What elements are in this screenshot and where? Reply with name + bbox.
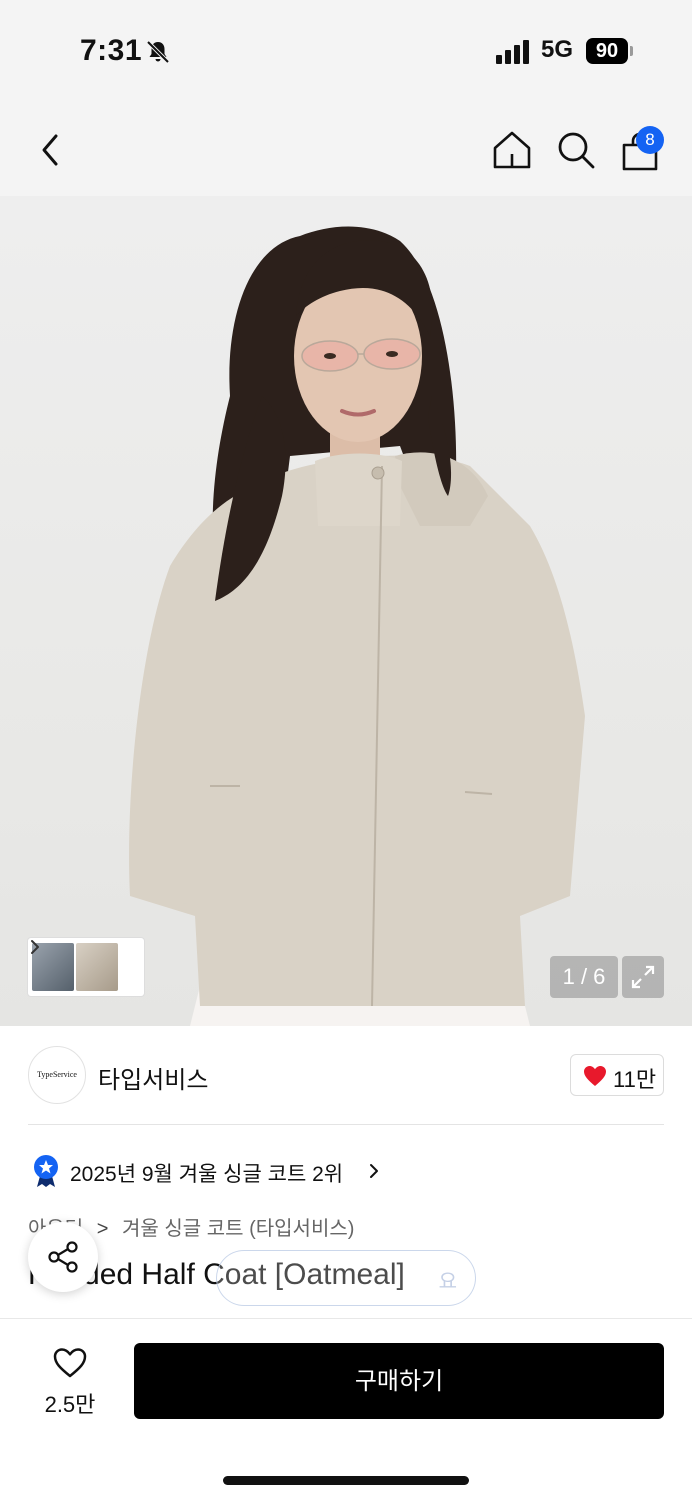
- network-label: 5G: [541, 36, 574, 63]
- top-navigation: 8: [0, 100, 692, 196]
- wishlist-button[interactable]: 2.5만: [30, 1345, 110, 1417]
- home-indicator: [223, 1476, 469, 1485]
- ranking-text: 2025년 9월 겨울 싱글 코트 2위: [70, 1163, 344, 1186]
- expand-button[interactable]: [622, 956, 664, 998]
- back-arrow-icon[interactable]: [34, 130, 70, 170]
- divider: [28, 1124, 664, 1125]
- ranking-medal-icon: [34, 1155, 58, 1187]
- share-button[interactable]: [28, 1222, 98, 1292]
- battery-tip: [630, 46, 633, 56]
- brand-name[interactable]: 타입서비스: [98, 1060, 208, 1095]
- product-photo-illustration: [129, 226, 586, 1026]
- thumbnail-strip[interactable]: [28, 938, 144, 996]
- cart-count-badge: 8: [636, 126, 664, 154]
- floating-pill[interactable]: 요: [216, 1250, 476, 1306]
- breadcrumb-separator: >: [96, 1218, 109, 1240]
- chevron-right-icon: [370, 1164, 378, 1178]
- search-icon[interactable]: [554, 128, 598, 172]
- product-image[interactable]: 1 / 6: [0, 196, 692, 1026]
- thumbnail-image[interactable]: [76, 943, 118, 991]
- brand-like-button[interactable]: 11만: [570, 1054, 664, 1096]
- heart-outline-icon: [53, 1348, 87, 1378]
- status-bar: 7:31 5G 90: [0, 0, 692, 100]
- image-counter: 1 / 6: [550, 956, 618, 998]
- home-icon[interactable]: [490, 128, 534, 172]
- chevron-right-icon: [31, 940, 39, 954]
- brand-logo[interactable]: TypeService: [28, 1046, 86, 1104]
- share-icon: [48, 1241, 78, 1273]
- battery-indicator: 90: [586, 38, 628, 64]
- brand-like-count: 11만: [613, 1067, 657, 1092]
- signal-icon: [496, 40, 529, 64]
- heart-filled-icon: [584, 1066, 606, 1086]
- breadcrumb-category[interactable]: 겨울 싱글 코트 (타입서비스): [122, 1218, 354, 1240]
- expand-icon: [631, 965, 655, 989]
- status-time: 7:31: [80, 34, 143, 67]
- bell-off-icon: [146, 40, 170, 64]
- buy-button[interactable]: 구매하기: [134, 1343, 664, 1419]
- bottom-action-bar: 2.5만 구매하기: [0, 1318, 692, 1501]
- ranking-link[interactable]: 2025년 9월 겨울 싱글 코트 2위: [28, 1152, 648, 1192]
- floating-pill-text: 요: [438, 1271, 457, 1293]
- wishlist-count: 2.5만: [44, 1392, 96, 1417]
- brand-row[interactable]: TypeService 타입서비스 11만: [0, 1030, 692, 1124]
